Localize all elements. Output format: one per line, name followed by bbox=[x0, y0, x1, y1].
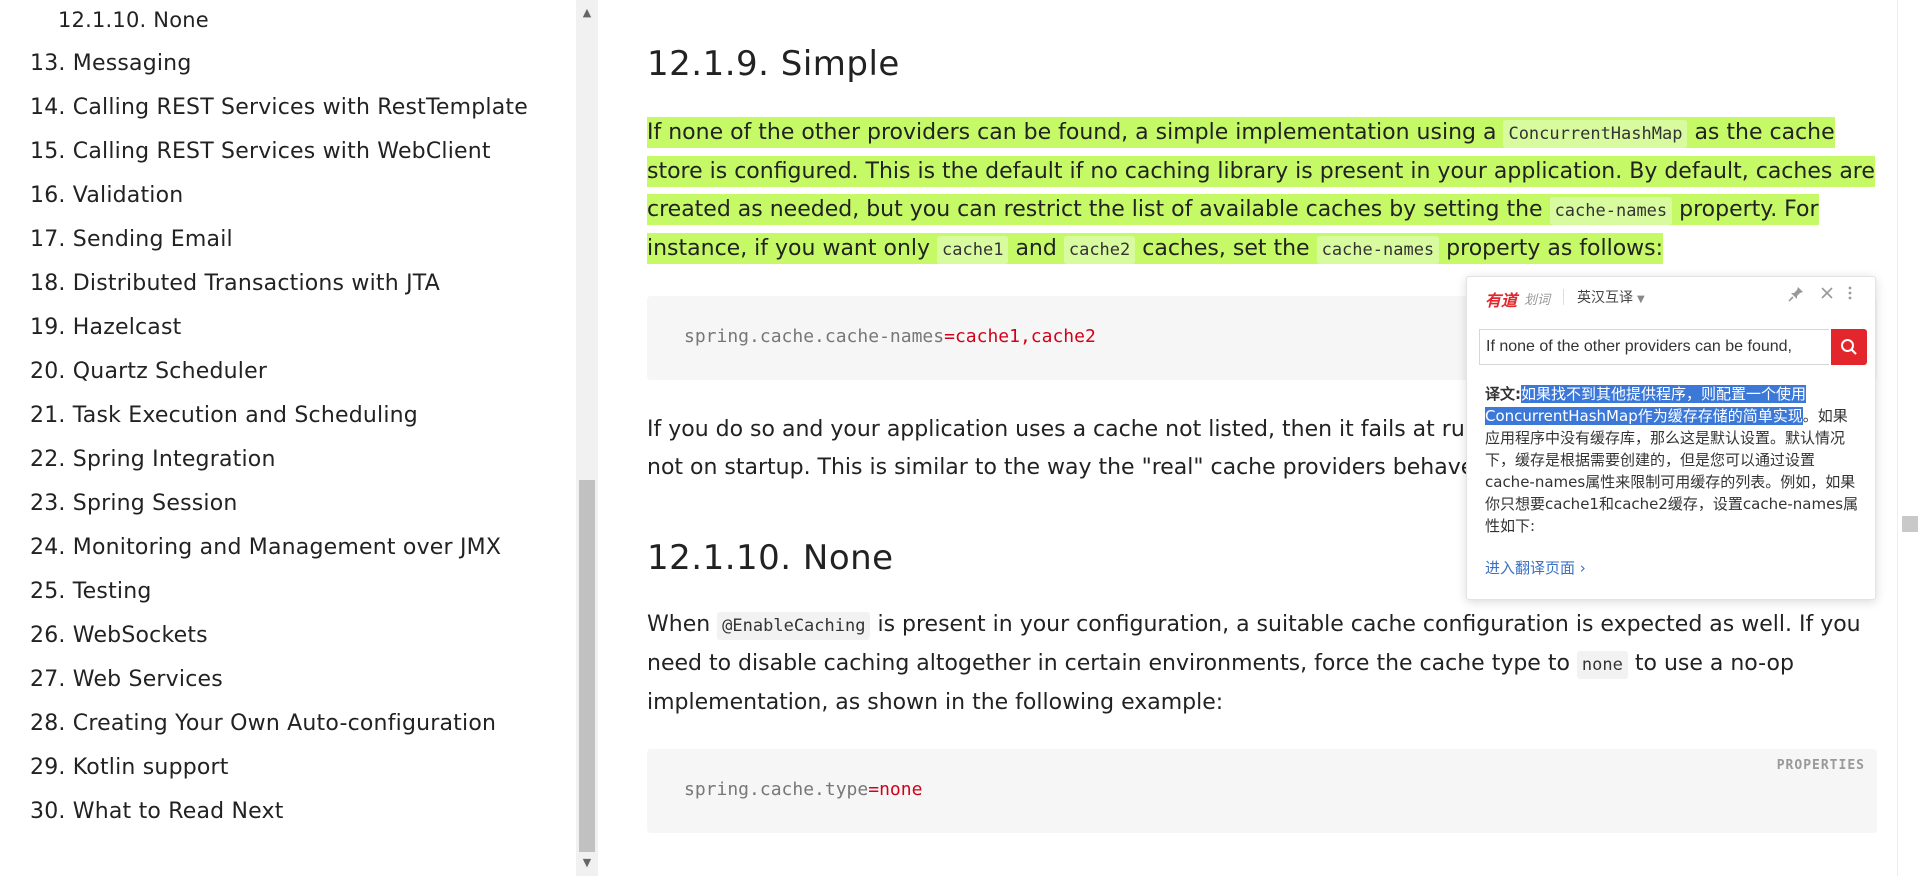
paragraph-simple-intro: If none of the other providers can be fo… bbox=[647, 114, 1877, 269]
inline-code: @EnableCaching bbox=[717, 612, 871, 640]
inline-code: ConcurrentHashMap bbox=[1503, 120, 1688, 148]
close-icon[interactable] bbox=[1819, 285, 1835, 305]
highlighted-text: If none of the other providers can be fo… bbox=[647, 117, 1875, 264]
translation-result: 译文:如果找不到其他提供程序，则配置一个使用ConcurrentHashMap作… bbox=[1485, 383, 1859, 537]
translation-popup: 有道 划词 英汉互译 ▼ If none of the other provide… bbox=[1466, 276, 1876, 600]
translation-rest-text: 。如果应用程序中没有缓存库，那么这是默认设置。默认情况下，缓存是根据需要创建的，… bbox=[1485, 407, 1859, 535]
inline-code: cache2 bbox=[1063, 236, 1136, 264]
toc-item-28[interactable]: 28. Creating Your Own Auto-configuration bbox=[30, 711, 496, 736]
toc-item-12-1-10[interactable]: 12.1.10. None bbox=[58, 8, 209, 32]
search-button[interactable] bbox=[1831, 329, 1867, 365]
toc-scrollbar[interactable]: ▲ ▼ bbox=[576, 0, 598, 876]
more-icon[interactable] bbox=[1847, 285, 1853, 305]
toc-item-14[interactable]: 14. Calling REST Services with RestTempl… bbox=[30, 95, 528, 120]
page-scrollbar[interactable] bbox=[1897, 0, 1920, 876]
toc-item-18[interactable]: 18. Distributed Transactions with JTA bbox=[30, 271, 440, 296]
translate-mode-select[interactable]: 英汉互译 ▼ bbox=[1577, 287, 1645, 307]
search-icon bbox=[1841, 339, 1857, 355]
toc-item-13[interactable]: 13. Messaging bbox=[30, 51, 192, 76]
toc-item-22[interactable]: 22. Spring Integration bbox=[30, 447, 276, 472]
youdao-logo-sub: 划词 bbox=[1524, 293, 1551, 308]
section-heading-simple: 12.1.9. Simple bbox=[647, 44, 900, 84]
scroll-up-arrow-icon[interactable]: ▲ bbox=[576, 2, 598, 24]
toc-sidebar: 12.1.10. None 13. Messaging 14. Calling … bbox=[0, 0, 576, 876]
code-language-label: PROPERTIES bbox=[1776, 758, 1865, 773]
toc-item-26[interactable]: 26. WebSockets bbox=[30, 623, 208, 648]
toc-item-25[interactable]: 25. Testing bbox=[30, 579, 152, 604]
youdao-logo: 有道 bbox=[1485, 291, 1518, 310]
toc-item-24[interactable]: 24. Monitoring and Management over JMX bbox=[30, 535, 501, 560]
toc-item-15[interactable]: 15. Calling REST Services with WebClient bbox=[30, 139, 491, 164]
inline-code: cache-names bbox=[1316, 236, 1440, 264]
toc-item-29[interactable]: 29. Kotlin support bbox=[30, 755, 229, 780]
translate-search-input[interactable]: If none of the other providers can be fo… bbox=[1479, 329, 1829, 365]
inline-code: cache-names bbox=[1549, 197, 1673, 225]
toc-item-16[interactable]: 16. Validation bbox=[30, 183, 183, 208]
toc-item-19[interactable]: 19. Hazelcast bbox=[30, 315, 181, 340]
page-scrollbar-thumb[interactable] bbox=[1902, 516, 1918, 532]
inline-code: cache1 bbox=[937, 236, 1009, 264]
toc-item-30[interactable]: 30. What to Read Next bbox=[30, 799, 284, 824]
scroll-down-arrow-icon[interactable]: ▼ bbox=[576, 852, 598, 874]
toc-item-21[interactable]: 21. Task Execution and Scheduling bbox=[30, 403, 418, 428]
toc-item-20[interactable]: 20. Quartz Scheduler bbox=[30, 359, 267, 384]
code-block-cache-type: PROPERTIES spring.cache.type=none bbox=[647, 749, 1877, 833]
header-divider bbox=[1563, 289, 1564, 305]
toc-scrollbar-thumb[interactable] bbox=[579, 480, 595, 852]
section-heading-none: 12.1.10. None bbox=[647, 538, 894, 578]
code-line: spring.cache.type=none bbox=[684, 779, 923, 800]
open-translate-page-link[interactable]: 进入翻译页面 › bbox=[1485, 557, 1586, 578]
toc-item-27[interactable]: 27. Web Services bbox=[30, 667, 223, 692]
toc-item-17[interactable]: 17. Sending Email bbox=[30, 227, 233, 252]
translation-selected-text: 如果找不到其他提供程序，则配置一个使用ConcurrentHashMap作为缓存… bbox=[1485, 385, 1807, 425]
paragraph-none: When @EnableCaching is present in your c… bbox=[647, 612, 1861, 715]
chevron-down-icon: ▼ bbox=[1637, 294, 1645, 305]
translation-label: 译文: bbox=[1485, 385, 1521, 403]
pin-icon[interactable] bbox=[1787, 285, 1805, 307]
toc-item-23[interactable]: 23. Spring Session bbox=[30, 491, 238, 516]
inline-code: none bbox=[1576, 651, 1628, 679]
